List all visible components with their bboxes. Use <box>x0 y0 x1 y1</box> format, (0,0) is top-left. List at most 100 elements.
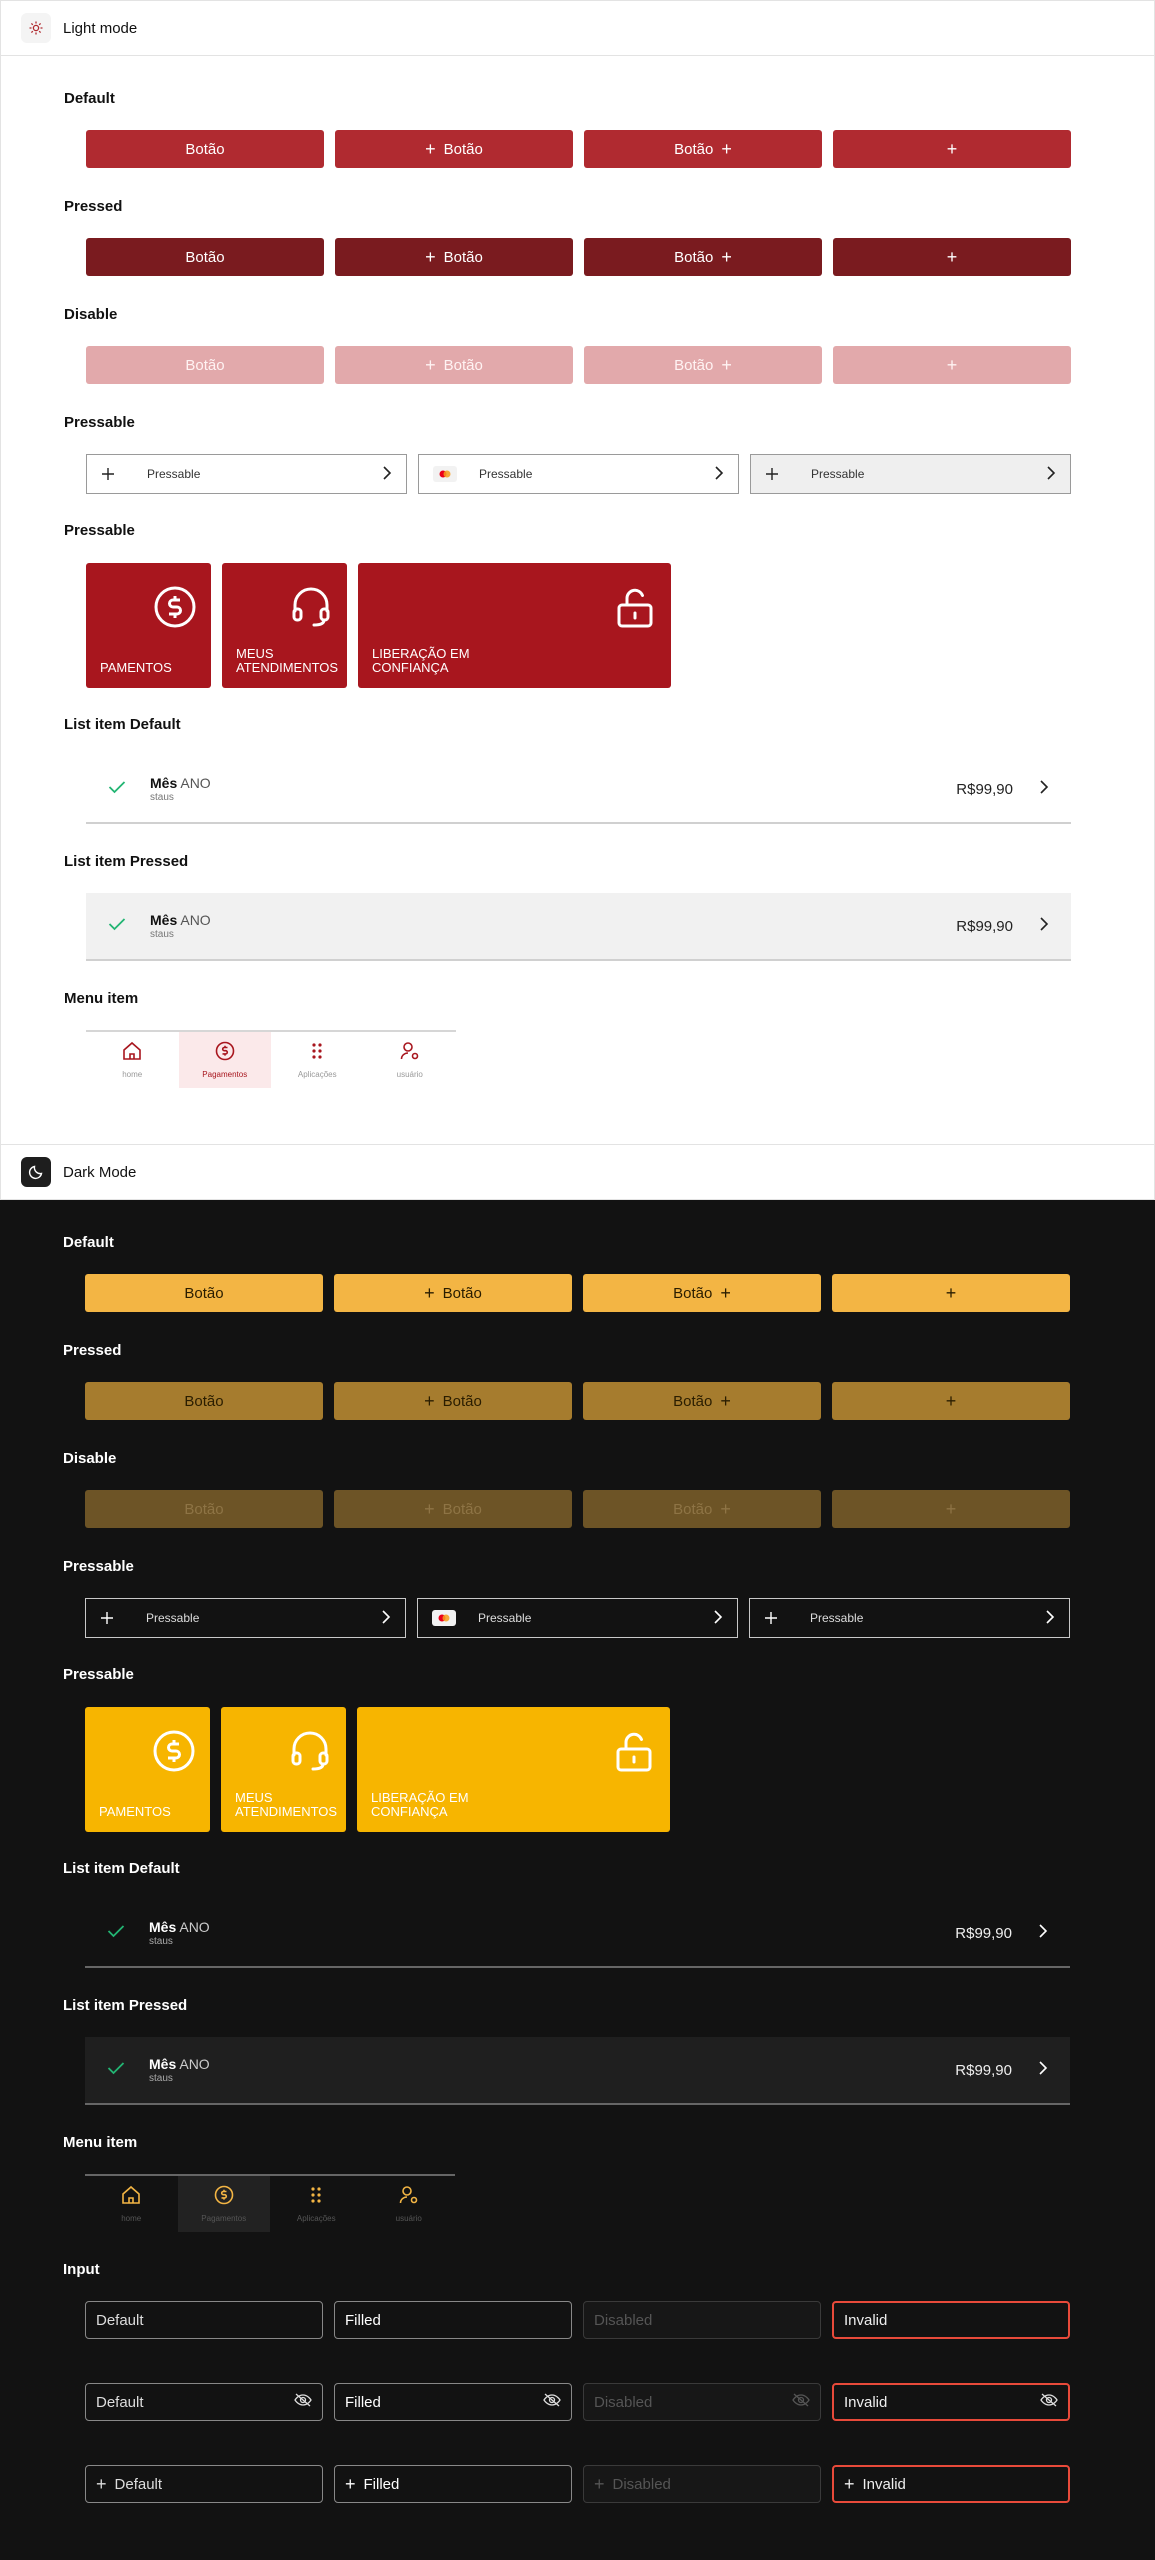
button-text[interactable]: Botão <box>85 1274 323 1312</box>
pressable-row: Pressable Pressable Pressable <box>86 454 1071 494</box>
list-item-price: R$99,90 <box>955 1924 1012 1942</box>
button-icon-right[interactable]: Botão + <box>584 238 822 276</box>
eye-off-icon[interactable] <box>543 2393 561 2411</box>
button-icon-only[interactable]: + <box>833 130 1071 168</box>
menu-item-usuario[interactable]: usuário <box>363 2176 456 2232</box>
button-icon-right[interactable]: Botão + <box>584 130 822 168</box>
icon-input-invalid[interactable]: + Invalid <box>832 2465 1070 2503</box>
pressable-plus-pressed[interactable]: Pressable <box>749 1598 1070 1638</box>
button-icon-left[interactable]: + Botão <box>334 1382 572 1420</box>
tile-atendimentos[interactable]: MEUS ATENDIMENTOS <box>221 1707 346 1832</box>
pressable-card[interactable]: Pressable <box>418 454 739 494</box>
chevron-right-icon <box>1045 1609 1055 1627</box>
list-item-pressed[interactable]: Mês ANO staus R$99,90 <box>86 893 1071 961</box>
menu-item-aplicacoes[interactable]: Aplicações <box>271 1032 364 1088</box>
plus-icon: + <box>425 355 436 375</box>
button-icon-right-disabled: Botão + <box>584 346 822 384</box>
eye-off-icon[interactable] <box>294 2393 312 2411</box>
section-label-list-pressed: List item Pressed <box>64 853 189 870</box>
pressable-plus[interactable]: Pressable <box>86 454 407 494</box>
tile-atendimentos[interactable]: MEUS ATENDIMENTOS <box>222 563 347 688</box>
moon-icon <box>21 1157 51 1187</box>
tile-liberacao[interactable]: LIBERAÇÃO EM CONFIANÇA <box>357 1707 670 1832</box>
tile-liberacao[interactable]: LIBERAÇÃO EM CONFIANÇA <box>358 563 671 688</box>
home-icon <box>122 1041 142 1066</box>
section-label-list-default: List item Default <box>63 1860 180 1877</box>
list-item-price: R$99,90 <box>956 917 1013 935</box>
dark-mode-header: Dark Mode <box>0 1144 1155 1200</box>
button-icon-only-disabled: + <box>833 346 1071 384</box>
icon-input-filled[interactable]: + Filled <box>334 2465 572 2503</box>
pressable-card[interactable]: Pressable <box>417 1598 738 1638</box>
list-item-default[interactable]: Mês ANO staus R$99,90 <box>85 1900 1070 1968</box>
grid-dots-icon <box>307 1041 327 1066</box>
password-input-disabled: Disabled <box>583 2383 821 2421</box>
list-item-default[interactable]: Mês ANO staus R$99,90 <box>86 756 1071 824</box>
button-row-pressed: Botão + Botão Botão + + <box>86 238 1071 276</box>
chevron-right-icon <box>1038 2060 1048 2080</box>
button-icon-right[interactable]: Botão + <box>583 1274 821 1312</box>
menu-item-pagamentos[interactable]: Pagamentos <box>177 2176 270 2232</box>
eye-off-icon[interactable] <box>1040 2393 1058 2411</box>
section-label-disable: Disable <box>63 1450 117 1467</box>
icon-input-default[interactable]: + Default <box>85 2465 323 2503</box>
button-icon-right-disabled: Botão + <box>583 1490 821 1528</box>
button-text[interactable]: Botão <box>86 130 324 168</box>
section-label-default: Default <box>64 90 115 107</box>
list-item-price: R$99,90 <box>956 780 1013 798</box>
menu-bar: home Pagamentos Aplicações usuário <box>86 1030 456 1088</box>
light-mode-header: Light mode <box>0 0 1155 56</box>
input-invalid[interactable]: Invalid <box>832 2301 1070 2339</box>
button-row-disabled: Botão + Botão Botão + + <box>85 1490 1070 1528</box>
plus-icon <box>101 467 131 481</box>
button-row-pressed: Botão + Botão Botão + + <box>85 1382 1070 1420</box>
plus-icon: + <box>721 247 732 267</box>
menu-item-home[interactable]: home <box>86 1032 179 1088</box>
password-input-invalid[interactable]: Invalid <box>832 2383 1070 2421</box>
light-mode-panel: Default Botão + Botão Botão + + Pressed Bo… <box>0 56 1155 1144</box>
button-text-disabled: Botão <box>85 1490 323 1528</box>
unlock-icon <box>613 585 657 634</box>
pressable-plus-pressed[interactable]: Pressable <box>750 454 1071 494</box>
menu-item-usuario[interactable]: usuário <box>364 1032 457 1088</box>
button-icon-left[interactable]: + Botão <box>335 130 573 168</box>
button-icon-left[interactable]: + Botão <box>334 1274 572 1312</box>
dark-mode-panel: Default Botão + Botão Botão + + Pressed Bo… <box>0 1200 1155 2560</box>
section-label-pressable-tiles: Pressable <box>63 1666 134 1683</box>
pressable-plus[interactable]: Pressable <box>85 1598 406 1638</box>
button-text[interactable]: Botão <box>86 238 324 276</box>
list-item-pressed[interactable]: Mês ANO staus R$99,90 <box>85 2037 1070 2105</box>
button-text[interactable]: Botão <box>85 1382 323 1420</box>
plus-icon: + <box>96 2474 107 2494</box>
input-filled[interactable]: Filled <box>334 2301 572 2339</box>
check-icon <box>107 2061 127 2080</box>
password-input-default[interactable]: Default <box>85 2383 323 2421</box>
button-icon-only[interactable]: + <box>832 1382 1070 1420</box>
chevron-right-icon <box>1039 779 1049 799</box>
menu-item-home[interactable]: home <box>85 2176 178 2232</box>
section-label-pressable: Pressable <box>63 1558 134 1575</box>
user-settings-icon <box>399 2185 419 2210</box>
tile-pagamentos[interactable]: PAMENTOS <box>86 563 211 688</box>
button-icon-right[interactable]: Botão + <box>583 1382 821 1420</box>
plus-icon <box>100 1611 130 1625</box>
section-label-input: Input <box>63 2261 100 2278</box>
input-default[interactable]: Default <box>85 2301 323 2339</box>
button-row-default: Botão + Botão Botão + + <box>85 1274 1070 1312</box>
button-icon-only[interactable]: + <box>832 1274 1070 1312</box>
button-icon-only[interactable]: + <box>833 238 1071 276</box>
dollar-icon <box>152 1729 196 1778</box>
button-text-disabled: Botão <box>86 346 324 384</box>
plus-icon: + <box>945 1499 957 1519</box>
plus-icon: + <box>945 1283 957 1303</box>
input-row-plain: Default Filled Disabled Invalid <box>85 2301 1070 2339</box>
menu-item-aplicacoes[interactable]: Aplicações <box>270 2176 363 2232</box>
button-icon-left[interactable]: + Botão <box>335 238 573 276</box>
icon-input-disabled: + Disabled <box>583 2465 821 2503</box>
menu-item-pagamentos[interactable]: Pagamentos <box>178 1032 271 1088</box>
card-brand-icon <box>433 466 463 482</box>
plus-icon: + <box>345 2474 356 2494</box>
password-input-filled[interactable]: Filled <box>334 2383 572 2421</box>
tile-pagamentos[interactable]: PAMENTOS <box>85 1707 210 1832</box>
section-label-menu: Menu item <box>64 990 139 1007</box>
